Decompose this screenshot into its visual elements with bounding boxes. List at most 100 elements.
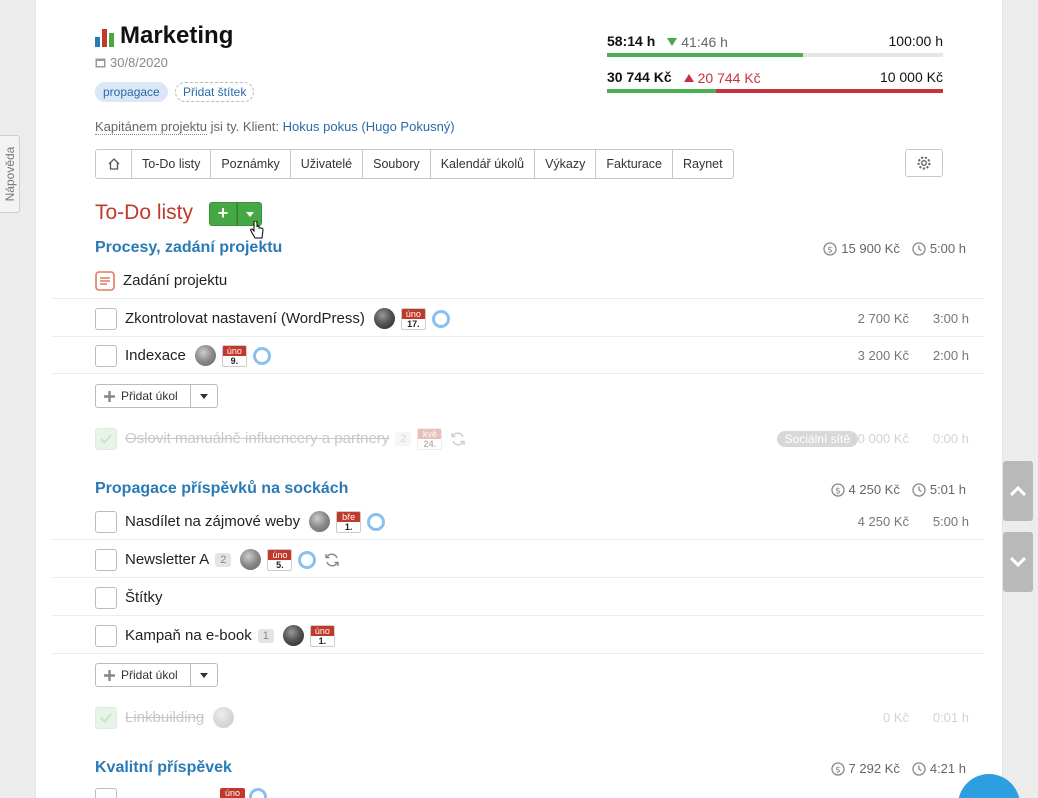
client-link[interactable]: Hokus pokus (Hugo Pokusný) [283, 119, 455, 134]
task-row[interactable]: Štítky [52, 579, 985, 616]
svg-text:$: $ [827, 245, 833, 255]
repeat-icon [325, 553, 340, 566]
project-tabs: To-Do listy Poznámky Uživatelé Soubory K… [95, 149, 734, 179]
progress-ring-icon [367, 512, 386, 531]
task-tag[interactable]: Sociální sítě [776, 430, 858, 447]
svg-text:$: $ [835, 765, 841, 775]
avatar [240, 549, 262, 570]
task-amount: 2 700 Kč [857, 311, 909, 326]
tab-notes[interactable]: Poznámky [211, 150, 291, 178]
task-checkbox[interactable] [95, 586, 117, 609]
task-row[interactable]: Zkontrolovat nastavení (WordPress) úno 17… [52, 300, 985, 337]
tab-home[interactable] [96, 150, 132, 178]
money-icon: $ [823, 241, 837, 256]
due-date-badge: bře 1. [336, 510, 362, 533]
project-title: Marketing [95, 22, 233, 50]
scroll-down-button[interactable] [1003, 532, 1033, 592]
time-progress [607, 53, 943, 57]
calendar-icon [95, 58, 106, 68]
progress-ring-icon [298, 550, 317, 569]
scroll-up-button[interactable] [1003, 461, 1033, 521]
project-date: 30/8/2020 [95, 55, 168, 70]
task-checkbox[interactable] [95, 788, 117, 798]
project-tag[interactable]: propagace [95, 82, 168, 102]
add-task-dropdown[interactable] [191, 664, 217, 686]
task-amount: 3 200 Kč [857, 348, 909, 363]
completed-task-row[interactable]: Linkbuilding 0 Kč 0:01 h [52, 699, 985, 736]
avatar [373, 308, 395, 329]
avatar [213, 707, 235, 728]
task-name: Linkbuilding [125, 709, 205, 726]
note-icon [95, 270, 115, 291]
tab-users[interactable]: Uživatelé [291, 150, 364, 178]
task-row[interactable]: Newsletter A 2 úno 5. [52, 541, 985, 578]
note-item[interactable]: Zadání projektu [52, 262, 985, 299]
task-checkbox[interactable] [95, 624, 117, 647]
progress-ring-icon [431, 309, 450, 328]
due-date-badge: úno 17. [400, 307, 426, 330]
tab-invoicing[interactable]: Fakturace [596, 150, 673, 178]
task-checkbox[interactable] [95, 344, 117, 367]
task-name: Štítky [125, 589, 163, 606]
task-checkbox[interactable] [95, 307, 117, 330]
home-icon [108, 158, 119, 170]
task-time: 3:00 h [932, 311, 969, 326]
plus-icon [104, 390, 115, 402]
due-date-badge: kvě 24. [417, 427, 443, 450]
svg-text:$: $ [835, 486, 841, 496]
task-checkbox-checked[interactable] [95, 427, 117, 450]
help-tab[interactable]: Nápověda [0, 135, 20, 213]
chart-icon [95, 25, 117, 47]
comment-count: 2 [215, 552, 232, 567]
caret-down-icon [200, 672, 208, 678]
task-time: 2:00 h [932, 348, 969, 363]
caret-down-icon [245, 211, 254, 217]
task-time: 0:00 h [932, 431, 969, 446]
avatar [309, 511, 331, 532]
money-icon: $ [830, 761, 845, 776]
list-title[interactable]: Procesy, zadání projektu [95, 239, 282, 257]
tab-raynet[interactable]: Raynet [673, 150, 733, 178]
task-checkbox-checked[interactable] [95, 706, 117, 729]
clock-icon [912, 482, 926, 497]
hand-cursor-icon [250, 221, 264, 239]
section-title: To-Do listy [95, 201, 194, 224]
task-row[interactable]: Kampaň na e-book 1 úno 1. [52, 617, 985, 654]
chevron-down-icon [1010, 557, 1026, 567]
check-icon [100, 433, 112, 444]
task-checkbox[interactable] [95, 548, 117, 571]
tab-reports[interactable]: Výkazy [535, 150, 597, 178]
settings-button[interactable] [905, 149, 943, 177]
tab-todo[interactable]: To-Do listy [132, 150, 212, 178]
tab-calendar[interactable]: Kalendář úkolů [431, 150, 536, 178]
due-date-badge: úno 1. [309, 624, 335, 647]
list-title[interactable]: Kvalitní příspěvek [95, 759, 232, 777]
list-summary: $7 292 Kč 4:21 h [830, 761, 966, 776]
list-title[interactable]: Propagace příspěvků na sockách [95, 480, 348, 498]
task-name: Indexace [125, 347, 186, 364]
money-progress [607, 89, 943, 93]
completed-task-row[interactable]: Oslovit manuálně influencery a partnery … [52, 420, 985, 457]
task-amount: 4 250 Kč [857, 514, 909, 529]
arrow-down-icon [667, 38, 678, 46]
task-row[interactable]: Indexace úno 9. 3 200 Kč 2:00 h [52, 337, 985, 374]
list-summary: $4 250 Kč 5:01 h [830, 482, 966, 497]
clock-icon [912, 241, 926, 256]
gear-icon [917, 156, 931, 170]
add-task-dropdown[interactable] [191, 385, 217, 407]
task-name: Oslovit manuálně influencery a partnery [125, 430, 390, 447]
tab-files[interactable]: Soubory [363, 150, 431, 178]
comment-count: 2 [395, 431, 412, 446]
due-date-badge: úno 9. [221, 344, 247, 367]
money-icon: $ [830, 482, 845, 497]
task-time: 5:00 h [932, 514, 969, 529]
add-tag-button[interactable]: Přidat štítek [175, 82, 255, 102]
task-row[interactable]: Nasdílet na zájmové weby bře 1. 4 250 Kč … [52, 503, 985, 540]
add-list-button[interactable]: + [209, 202, 237, 226]
add-task-button[interactable]: Přidat úkol [95, 663, 218, 687]
task-checkbox[interactable] [95, 510, 117, 533]
add-task-button[interactable]: Přidat úkol [95, 384, 218, 408]
project-captain: Kapitánem projektu jsi ty. Klient: Hokus… [95, 119, 455, 135]
check-icon [100, 712, 112, 723]
task-name: Nasdílet na zájmové weby [125, 513, 301, 530]
